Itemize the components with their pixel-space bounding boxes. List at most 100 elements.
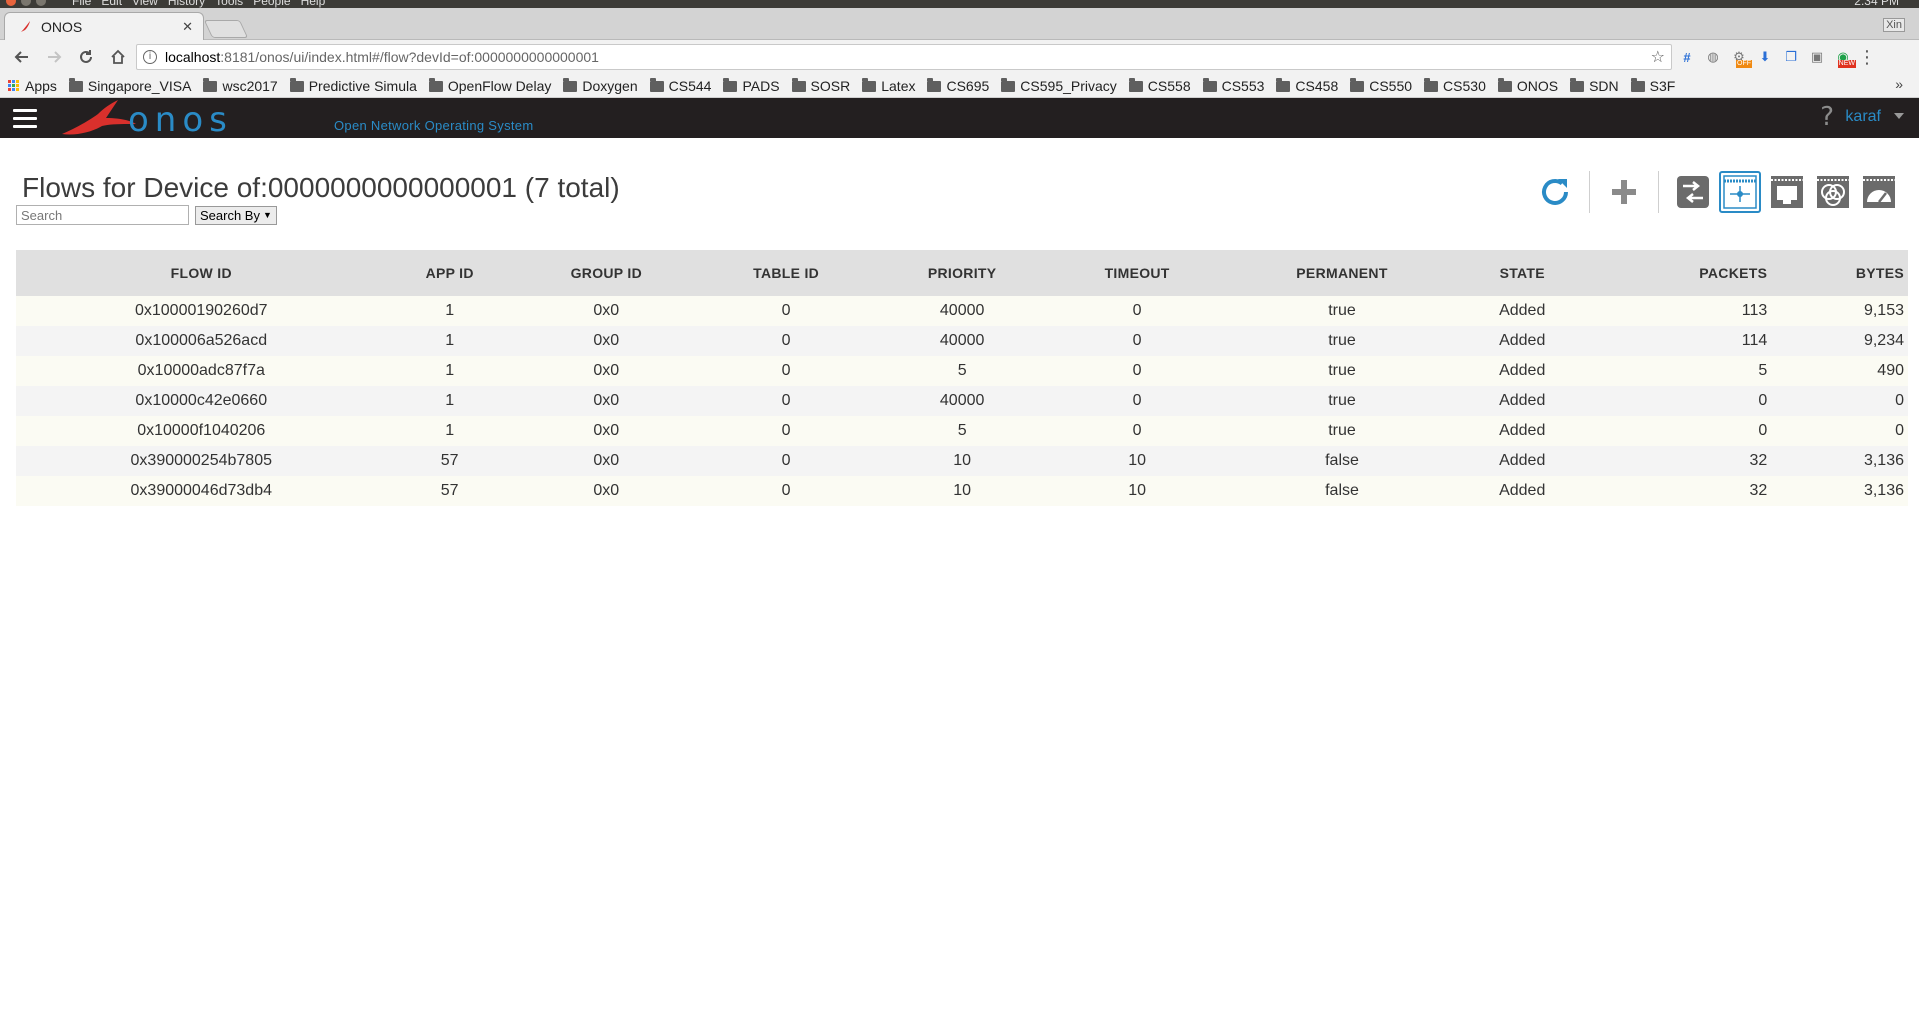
reload-button[interactable] [72, 43, 100, 71]
address-bar[interactable]: i localhost:8181/onos/ui/index.html#/flo… [136, 44, 1672, 70]
bookmark-folder[interactable]: CS595_Privacy [1001, 78, 1117, 94]
col-packets[interactable]: PACKETS [1582, 250, 1772, 296]
bookmark-folder[interactable]: Singapore_VISA [68, 78, 191, 94]
bookmark-folder[interactable]: CS530 [1424, 78, 1486, 94]
cell-packets: 114 [1741, 332, 1768, 349]
bookmark-folder[interactable]: CS544 [649, 78, 711, 94]
user-menu-caret-icon[interactable] [1894, 113, 1904, 119]
bookmark-folder[interactable]: ONOS [1497, 78, 1558, 94]
url-text[interactable]: localhost:8181/onos/ui/index.html#/flow?… [165, 49, 1651, 65]
bookmark-folder[interactable]: OpenFlow Delay [428, 78, 551, 94]
cell-table-id: 0 [781, 422, 791, 439]
col-priority[interactable]: PRIORITY [872, 250, 1052, 296]
bookmark-folder[interactable]: Doxygen [563, 78, 638, 94]
bookmark-folder[interactable]: CS553 [1202, 78, 1264, 94]
bookmark-star-icon[interactable]: ☆ [1651, 47, 1665, 67]
back-arrow-icon [14, 51, 28, 63]
cell-priority: 40000 [939, 392, 985, 409]
menu-people[interactable]: People [253, 0, 290, 8]
bookmark-folder[interactable]: CS550 [1350, 78, 1412, 94]
menu-history[interactable]: History [168, 0, 205, 8]
extension-globe-icon[interactable]: ◍ [1702, 46, 1724, 68]
menu-file[interactable]: File [72, 0, 91, 8]
table-header-row: FLOW ID APP ID GROUP ID TABLE ID PRIORIT… [16, 250, 1908, 296]
cell-group-id: 0x0 [593, 392, 620, 409]
bookmark-apps[interactable]: Apps [8, 78, 57, 94]
cell-state: Added [1499, 482, 1546, 499]
site-info-icon[interactable]: i [143, 50, 157, 64]
refresh-button[interactable] [1535, 172, 1575, 212]
table-row[interactable]: 0x390000254b7805 57 0x0 0 10 10 false Ad… [16, 446, 1908, 476]
table-row[interactable]: 0x10000190260d7 1 0x0 0 40000 0 true Add… [16, 296, 1908, 326]
bookmark-folder[interactable]: SDN [1570, 78, 1619, 94]
col-permanent[interactable]: PERMANENT [1222, 250, 1462, 296]
maximize-window-icon[interactable] [36, 0, 46, 6]
search-by-dropdown[interactable]: Search By ▼ [195, 205, 277, 225]
table-row[interactable]: 0x10000adc87f7a 1 0x0 0 5 0 true Added 5… [16, 356, 1908, 386]
user-menu[interactable]: karaf [1845, 108, 1881, 126]
cell-flow-id: 0x10000190260d7 [134, 302, 268, 319]
cell-table-id: 0 [781, 332, 791, 349]
back-button[interactable] [8, 43, 36, 71]
window-controls[interactable] [6, 0, 46, 6]
menu-help[interactable]: Help [301, 0, 326, 8]
table-row[interactable]: 0x10000f1040206 1 0x0 0 5 0 true Added 0… [16, 416, 1908, 446]
cell-permanent: true [1328, 422, 1356, 439]
minimize-window-icon[interactable] [21, 0, 31, 6]
search-input[interactable] [16, 205, 189, 225]
menu-view[interactable]: View [132, 0, 158, 8]
extension-new-icon[interactable]: ◉ NEW [1832, 46, 1856, 68]
cell-priority: 10 [953, 452, 972, 469]
menu-tools[interactable]: Tools [215, 0, 243, 8]
cell-timeout: 0 [1132, 392, 1142, 409]
bookmark-folder[interactable]: CS458 [1276, 78, 1338, 94]
extension-download-icon[interactable]: ⬇ [1754, 46, 1776, 68]
col-timeout[interactable]: TIMEOUT [1051, 250, 1223, 296]
bookmarks-overflow-button[interactable]: » [1895, 76, 1903, 92]
group-view-button[interactable] [1813, 172, 1853, 212]
browser-menu-icon[interactable]: ⋮ [1858, 47, 1876, 68]
col-app-id[interactable]: APP ID [386, 250, 513, 296]
onos-logo: onos [56, 98, 336, 143]
new-tab-button[interactable] [203, 20, 249, 38]
help-icon[interactable]: ? [1820, 102, 1834, 132]
bookmark-folder[interactable]: CS558 [1128, 78, 1191, 94]
device-details-button[interactable] [1673, 172, 1713, 212]
bookmark-folder[interactable]: CS695 [927, 78, 989, 94]
table-row[interactable]: 0x39000046d73db4 57 0x0 0 10 10 false Ad… [16, 476, 1908, 506]
clock[interactable]: 2:34 PM [1854, 0, 1899, 8]
col-table-id[interactable]: TABLE ID [699, 250, 873, 296]
col-flow-id[interactable]: FLOW ID [16, 250, 387, 296]
bookmark-folder[interactable]: wsc2017 [203, 78, 278, 94]
port-view-button[interactable] [1767, 172, 1807, 212]
flow-view-button[interactable] [1719, 171, 1761, 213]
bookmark-folder[interactable]: Latex [862, 78, 915, 94]
forward-button[interactable] [40, 43, 68, 71]
action-toolbar [1529, 171, 1899, 213]
onos-bird-logo-icon: onos [62, 100, 227, 140]
home-button[interactable] [104, 43, 132, 71]
col-bytes[interactable]: BYTES [1771, 250, 1908, 296]
bookmark-folder[interactable]: S3F [1630, 78, 1675, 94]
extension-image-icon[interactable]: ▣ [1806, 46, 1828, 68]
col-state[interactable]: STATE [1461, 250, 1583, 296]
add-flow-button[interactable] [1604, 172, 1644, 212]
close-window-icon[interactable] [6, 0, 16, 6]
menu-edit[interactable]: Edit [101, 0, 122, 8]
nav-menu-icon[interactable] [13, 109, 37, 133]
extension-gear-icon[interactable]: ⚙ OFF [1728, 46, 1752, 68]
bookmark-folder[interactable]: PADS [723, 78, 780, 94]
cell-flow-id: 0x10000c42e0660 [135, 392, 268, 409]
tab-close-icon[interactable]: ✕ [182, 19, 193, 35]
table-row[interactable]: 0x100006a526acd 1 0x0 0 40000 0 true Add… [16, 326, 1908, 356]
bookmark-folder[interactable]: SOSR [791, 78, 850, 94]
extension-document-icon[interactable]: ❐ [1780, 46, 1802, 68]
meter-view-button[interactable] [1859, 172, 1899, 212]
cell-permanent: true [1328, 392, 1356, 409]
tab-onos[interactable]: ONOS ✕ [4, 12, 204, 40]
bookmark-folder[interactable]: Predictive Simula [289, 78, 417, 94]
col-group-id[interactable]: GROUP ID [512, 250, 700, 296]
extension-hashtag-icon[interactable]: # [1676, 46, 1698, 68]
profile-button[interactable]: Xin [1883, 18, 1905, 32]
table-row[interactable]: 0x10000c42e0660 1 0x0 0 40000 0 true Add… [16, 386, 1908, 416]
